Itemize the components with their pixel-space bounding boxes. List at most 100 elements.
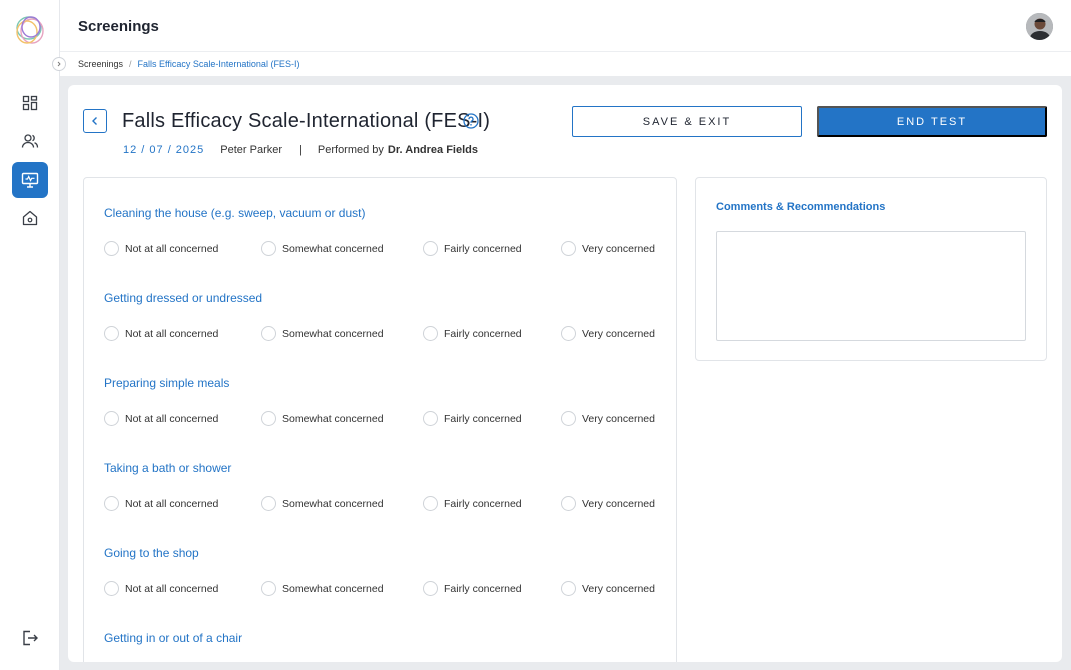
answer-option-label: Somewhat concerned (282, 582, 384, 595)
radio-button[interactable] (104, 326, 119, 341)
question-label: Going to the shop (104, 546, 199, 560)
answer-option-label: Somewhat concerned (282, 497, 384, 510)
top-bar: Screenings (60, 0, 1071, 52)
patient-name: Peter Parker (220, 144, 283, 156)
answer-option-label: Very concerned (582, 412, 655, 425)
radio-button[interactable] (423, 411, 438, 426)
avatar-image (1026, 13, 1053, 40)
answer-option-label: Not at all concerned (125, 327, 219, 340)
app-logo[interactable] (12, 12, 48, 48)
save-exit-button[interactable]: SAVE & EXIT (572, 106, 802, 137)
answer-option-label: Fairly concerned (444, 582, 522, 595)
radio-button[interactable] (104, 241, 119, 256)
answer-option-label: Very concerned (582, 327, 655, 340)
answer-option-label: Fairly concerned (444, 412, 522, 425)
radio-button[interactable] (561, 581, 576, 596)
question-label: Getting in or out of a chair (104, 631, 243, 645)
answer-option[interactable]: Somewhat concerned (261, 241, 384, 256)
answer-option[interactable]: Very concerned (561, 496, 655, 511)
sidebar-collapse-button[interactable] (52, 57, 66, 71)
answer-option-label: Not at all concerned (125, 582, 219, 595)
answer-option-label: Very concerned (582, 582, 655, 595)
sidebar-item-dashboard[interactable] (12, 85, 48, 121)
radio-button[interactable] (261, 496, 276, 511)
answer-option[interactable]: Not at all concerned (104, 581, 218, 596)
user-avatar[interactable] (1026, 13, 1053, 40)
radio-button[interactable] (261, 326, 276, 341)
monitor-icon (21, 172, 39, 188)
answer-option[interactable]: Fairly concerned (423, 581, 522, 596)
end-test-button[interactable]: END TEST (817, 106, 1047, 137)
answer-option[interactable]: Very concerned (561, 326, 655, 341)
logout-button[interactable] (12, 620, 48, 656)
radio-button[interactable] (261, 241, 276, 256)
answer-option[interactable]: Fairly concerned (423, 241, 522, 256)
answer-option-label: Somewhat concerned (282, 412, 384, 425)
sidebar (0, 0, 60, 670)
answer-option-label: Somewhat concerned (282, 327, 384, 340)
answer-option[interactable]: Fairly concerned (423, 411, 522, 426)
chevron-left-icon (92, 117, 97, 125)
answer-option[interactable]: Not at all concerned (104, 326, 218, 341)
users-icon (21, 134, 39, 148)
answer-option[interactable]: Very concerned (561, 241, 655, 256)
breadcrumb-current: Falls Efficacy Scale-International (FES-… (137, 59, 300, 69)
answer-option-label: Very concerned (582, 242, 655, 255)
radio-button[interactable] (561, 411, 576, 426)
radio-button[interactable] (261, 411, 276, 426)
answer-option-label: Fairly concerned (444, 242, 522, 255)
answer-option-label: Fairly concerned (444, 327, 522, 340)
radio-button[interactable] (423, 581, 438, 596)
radio-button[interactable] (104, 581, 119, 596)
answer-option[interactable]: Somewhat concerned (261, 411, 384, 426)
sidebar-item-patients[interactable] (12, 123, 48, 159)
answer-options: Not at all concerned Somewhat concerned Fa… (104, 496, 664, 512)
comments-panel: Comments & Recommendations (695, 177, 1047, 361)
questions-panel: Cleaning the house (e.g. sweep, vacuum o… (83, 177, 677, 662)
radio-button[interactable] (423, 326, 438, 341)
answer-option[interactable]: Fairly concerned (423, 496, 522, 511)
answer-option-label: Very concerned (582, 497, 655, 510)
help-icon[interactable] (463, 113, 479, 129)
answer-option[interactable]: Somewhat concerned (261, 581, 384, 596)
home-icon (22, 210, 38, 226)
question-label: Preparing simple meals (104, 376, 230, 390)
answer-option[interactable]: Not at all concerned (104, 411, 218, 426)
answer-option-label: Not at all concerned (125, 412, 219, 425)
answer-option[interactable]: Not at all concerned (104, 496, 218, 511)
radio-button[interactable] (423, 496, 438, 511)
test-meta: 12 / 07 / 2025 Peter Parker | Performed … (123, 144, 478, 156)
question-label: Cleaning the house (e.g. sweep, vacuum o… (104, 206, 366, 220)
radio-button[interactable] (423, 241, 438, 256)
answer-option[interactable]: Somewhat concerned (261, 326, 384, 341)
breadcrumb-separator: / (129, 59, 132, 69)
radio-button[interactable] (261, 581, 276, 596)
sidebar-item-screenings[interactable] (12, 162, 48, 198)
answer-option-label: Not at all concerned (125, 242, 219, 255)
radio-button[interactable] (104, 411, 119, 426)
question-item: Getting dressed or undressed Not at all c… (104, 291, 664, 342)
answer-option-label: Fairly concerned (444, 497, 522, 510)
dashboard-icon (22, 95, 38, 111)
answer-options: Not at all concerned Somewhat concerned Fa… (104, 326, 664, 342)
radio-button[interactable] (561, 326, 576, 341)
sidebar-item-home[interactable] (12, 200, 48, 236)
answer-option[interactable]: Very concerned (561, 581, 655, 596)
question-item: Taking a bath or shower Not at all concer… (104, 461, 664, 512)
back-button[interactable] (83, 109, 107, 133)
answer-option[interactable]: Fairly concerned (423, 326, 522, 341)
answer-option[interactable]: Somewhat concerned (261, 496, 384, 511)
radio-button[interactable] (561, 496, 576, 511)
comments-input[interactable] (716, 231, 1026, 341)
answer-option-label: Somewhat concerned (282, 242, 384, 255)
question-item: Getting in or out of a chairNot at all c… (104, 631, 664, 662)
breadcrumb-root[interactable]: Screenings (78, 59, 123, 69)
radio-button[interactable] (104, 496, 119, 511)
test-title: Falls Efficacy Scale-International (FES-… (122, 110, 491, 132)
answer-option[interactable]: Very concerned (561, 411, 655, 426)
performed-by-label: Performed by (317, 144, 384, 156)
answer-option[interactable]: Not at all concerned (104, 241, 218, 256)
question-item: Cleaning the house (e.g. sweep, vacuum o… (104, 206, 664, 257)
answer-options: Not at all concerned Somewhat concerned Fa… (104, 411, 664, 427)
radio-button[interactable] (561, 241, 576, 256)
